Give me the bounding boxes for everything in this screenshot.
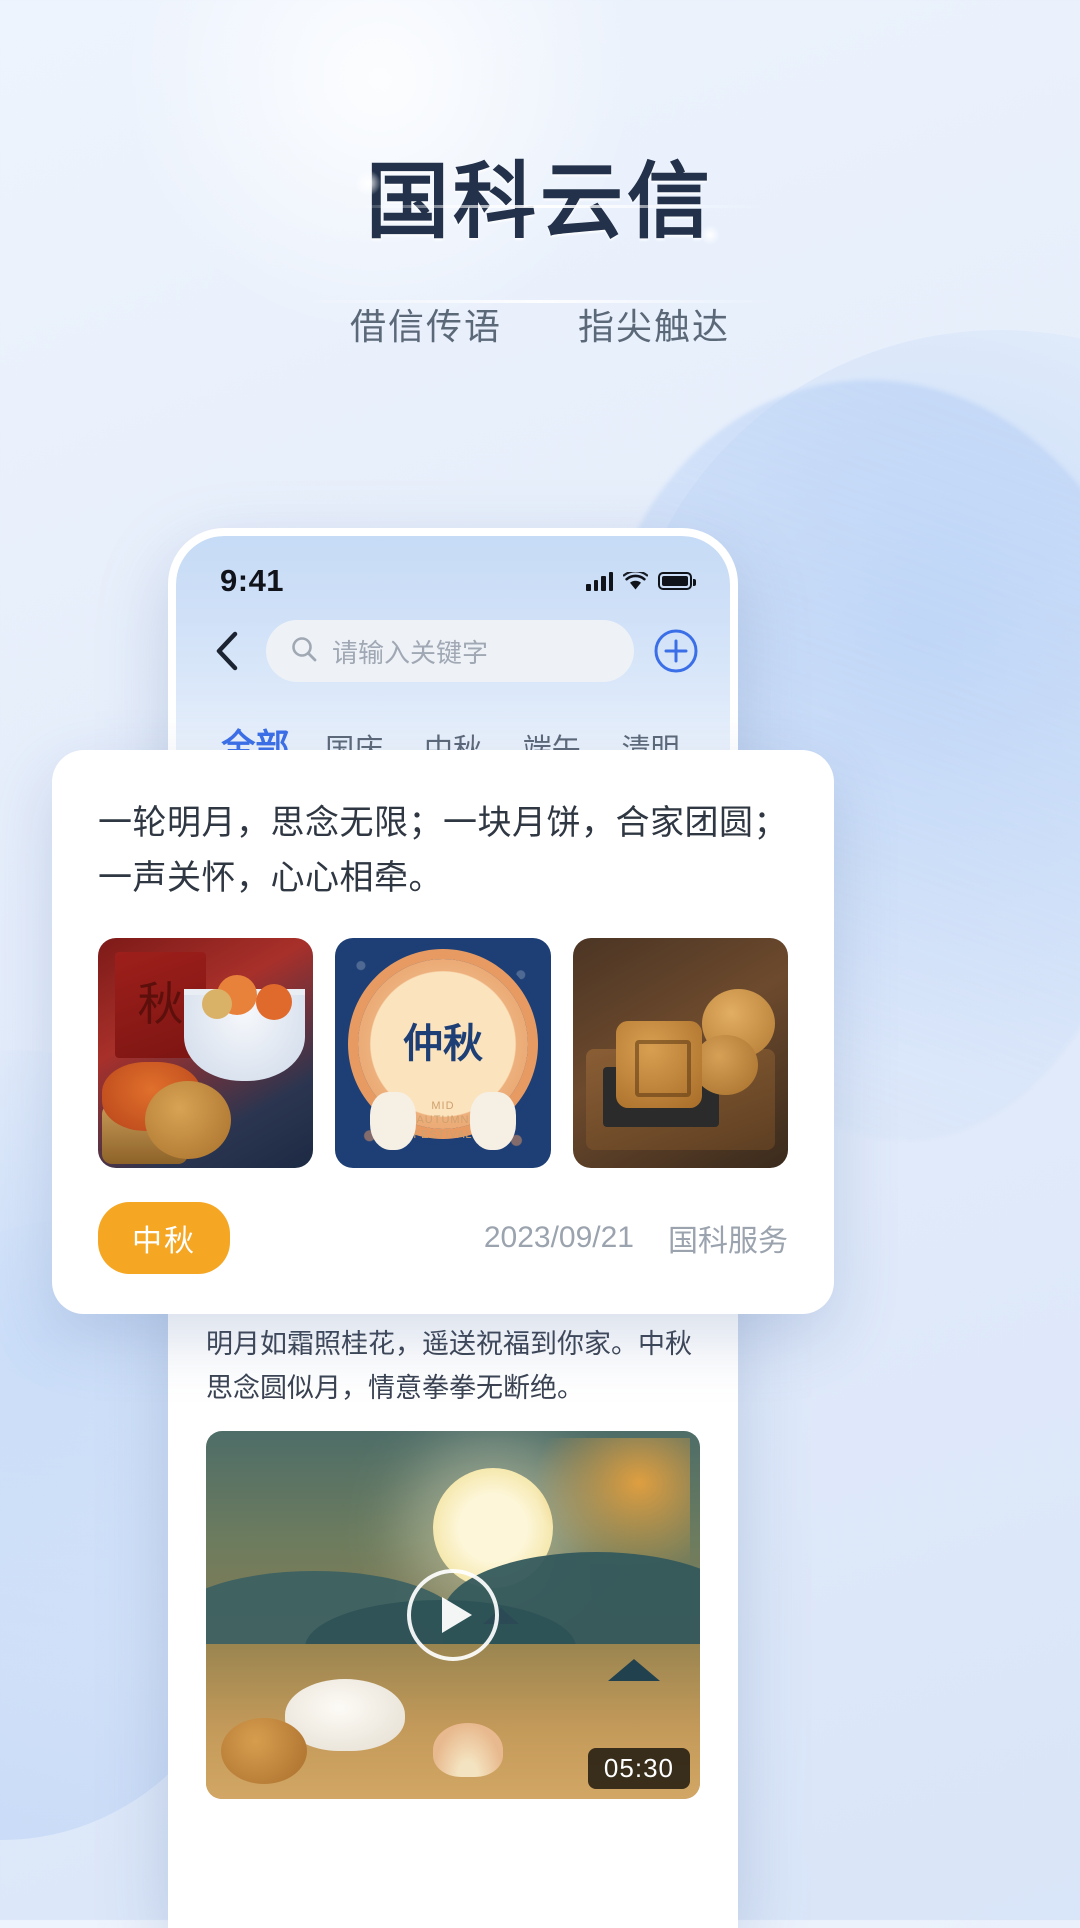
rabbit-graphic xyxy=(470,1091,517,1150)
hero-subtitle: 借信传语 指尖触达 xyxy=(0,298,1080,350)
wifi-icon xyxy=(622,569,649,591)
detail-card-images: 仲秋 MIDAUTUMNFESTIVAL xyxy=(98,938,788,1169)
play-button-icon[interactable] xyxy=(407,1568,499,1661)
card-image-2[interactable]: 仲秋 MID AUTUMN FESTIVAL xyxy=(335,938,551,1169)
page-title: 国科云信 xyxy=(366,155,714,248)
status-bar: 9:41 xyxy=(176,536,730,612)
search-icon xyxy=(290,635,318,668)
lotus-graphic xyxy=(433,1722,504,1777)
status-time: 9:41 xyxy=(220,563,285,598)
hero-section: 国科云信 借信传语 指尖触达 xyxy=(0,0,1080,350)
detail-card-text: 一轮明月，思念无限；一块月饼，合家团圆；一声关怀，心心相牵。 xyxy=(98,804,788,898)
card-image-1[interactable] xyxy=(98,938,314,1169)
poster-title: 仲秋 xyxy=(402,1020,483,1066)
feed-post-2-text: 明月如霜照桂花，遥送祝福到你家。中秋思念圆似月，情意拳拳无断绝。 xyxy=(206,1329,692,1404)
rabbit-graphic xyxy=(369,1091,416,1150)
fruit-graphic xyxy=(201,988,232,1019)
mooncake-graphic xyxy=(220,1718,307,1785)
subtitle-left: 借信传语 xyxy=(349,306,502,347)
search-placeholder: 请输入关键字 xyxy=(332,637,489,668)
subtitle-right: 指尖触达 xyxy=(578,306,731,347)
search-row: 请输入关键字 xyxy=(176,612,730,700)
publish-date: 2023/09/21 xyxy=(483,1221,634,1255)
fruit-graphic xyxy=(255,984,292,1021)
feed-post-2-video[interactable]: 05:30 xyxy=(206,1430,700,1799)
status-badge[interactable]: 中秋 xyxy=(98,1202,230,1275)
signal-bars-icon xyxy=(586,571,613,591)
title-shine-bottom xyxy=(300,300,780,303)
mooncake-graphic xyxy=(145,1080,232,1159)
title-shine-top xyxy=(335,205,765,208)
search-input[interactable]: 请输入关键字 xyxy=(266,620,634,682)
detail-card-meta: 2023/09/21 国科服务 xyxy=(484,1216,788,1260)
status-icons xyxy=(586,569,696,591)
pavilion-graphic xyxy=(608,1659,661,1682)
video-duration-badge: 05:30 xyxy=(587,1747,690,1789)
source-label: 国科服务 xyxy=(668,1225,788,1259)
mooncake-graphic xyxy=(693,1034,758,1095)
poster-subtitle: MID AUTUMN FESTIVAL xyxy=(413,1100,473,1141)
play-triangle xyxy=(442,1596,472,1633)
detail-card-footer: 中秋 2023/09/21 国科服务 xyxy=(98,1202,788,1275)
battery-icon xyxy=(658,572,696,590)
feed-post-2[interactable]: 明月如霜照桂花，遥送祝福到你家。中秋思念圆似月，情意拳拳无断绝。 05:30 xyxy=(176,1323,730,1799)
card-image-3[interactable] xyxy=(572,938,788,1169)
mooncake-main-graphic xyxy=(615,1020,702,1109)
detail-card[interactable]: 一轮明月，思念无限；一块月饼，合家团圆；一声关怀，心心相牵。 仲秋 MIDAUT… xyxy=(52,750,834,1315)
sparkle-icon xyxy=(700,225,720,245)
plus-circle-icon[interactable] xyxy=(652,627,700,675)
back-chevron-icon[interactable] xyxy=(206,630,248,672)
sparkle-icon xyxy=(355,170,381,196)
